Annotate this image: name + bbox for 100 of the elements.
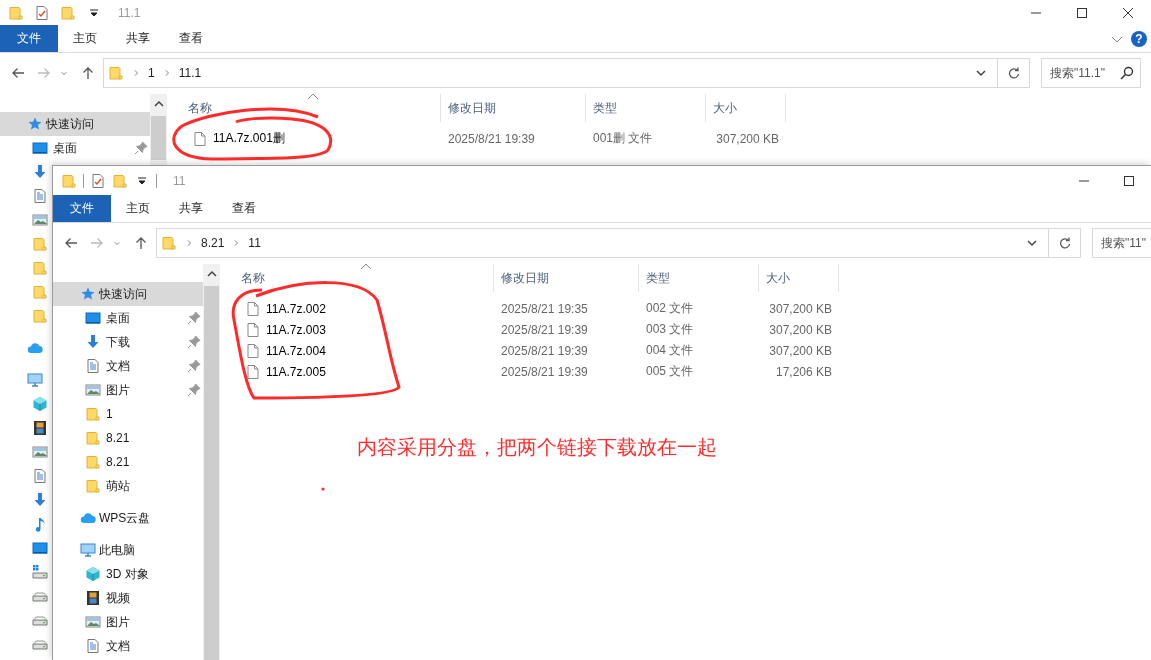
download-icon[interactable]: [32, 492, 48, 508]
properties-icon[interactable]: [90, 172, 106, 189]
document-icon: [85, 358, 101, 374]
ribbon-tab[interactable]: 共享: [111, 25, 164, 52]
file-menu-button[interactable]: 文件: [0, 25, 58, 52]
folder-icon[interactable]: [32, 284, 48, 300]
picture-icon[interactable]: [32, 212, 48, 228]
file-name[interactable]: 11A.7z.004: [266, 343, 326, 358]
sidebar-item[interactable]: 桌面: [53, 306, 203, 330]
download-icon: [85, 334, 101, 350]
document-icon[interactable]: [32, 188, 48, 204]
search-field[interactable]: 搜索"11": [1092, 228, 1151, 258]
column-header[interactable]: 类型: [646, 269, 670, 287]
scrollbar-thumb[interactable]: [151, 116, 166, 160]
column-header[interactable]: 类型: [593, 99, 617, 117]
column-header[interactable]: 大小: [713, 99, 737, 117]
file-name[interactable]: 11A.7z.005: [266, 364, 326, 379]
file-icon: [245, 321, 261, 338]
file-menu-button[interactable]: 文件: [53, 195, 111, 222]
pin-icon[interactable]: [186, 334, 202, 350]
computer-icon[interactable]: [27, 372, 43, 388]
breadcrumb-link[interactable]: 11: [248, 236, 261, 250]
ribbon-tab[interactable]: 查看: [164, 25, 217, 52]
download-icon[interactable]: [32, 164, 48, 180]
table-cell-text: 2025/8/21 19:39: [500, 364, 589, 379]
pin-icon[interactable]: [186, 382, 202, 398]
table-cell-text: 307,200 KB: [768, 343, 833, 358]
table-cell-text: 003 文件: [645, 321, 695, 338]
folder-icon: [85, 478, 101, 494]
folder-icon[interactable]: [8, 4, 24, 21]
sidebar-item[interactable]: 8.21: [53, 426, 203, 450]
breadcrumb-link[interactable]: 11.1: [178, 66, 202, 80]
scrollbar-thumb[interactable]: [204, 286, 219, 660]
sidebar-item[interactable]: 8.21: [53, 450, 203, 474]
breadcrumb-link[interactable]: 8.21: [201, 236, 225, 250]
table-cell-text: 004 文件: [645, 342, 695, 359]
sidebar-item[interactable]: 图片: [53, 378, 203, 402]
search-field[interactable]: 搜索"11.1": [1041, 58, 1141, 88]
drive-icon[interactable]: [32, 564, 48, 580]
ribbon-tab[interactable]: 查看: [217, 195, 270, 222]
pin-icon[interactable]: [186, 310, 202, 326]
folder-icon[interactable]: [60, 4, 76, 21]
document-icon[interactable]: [32, 468, 48, 484]
file-name[interactable]: 11A.7z.001删: [213, 130, 285, 147]
sidebar-item[interactable]: 文档: [53, 354, 203, 378]
column-header[interactable]: 名称: [241, 269, 265, 287]
column-header[interactable]: 修改日期: [501, 269, 549, 287]
ribbon-tab[interactable]: 主页: [111, 195, 164, 222]
sidebar-item[interactable]: 图片: [53, 610, 203, 634]
cube-icon[interactable]: [32, 396, 48, 412]
sidebar-item[interactable]: 文档: [53, 634, 203, 658]
address-bar[interactable]: 1 11.1: [103, 58, 998, 88]
film-icon[interactable]: [32, 420, 48, 436]
column-header[interactable]: 修改日期: [448, 99, 496, 117]
window-title: 11: [173, 173, 186, 188]
desktop-icon: [85, 310, 101, 326]
sidebar-item[interactable]: WPS云盘: [53, 506, 203, 530]
sidebar-item[interactable]: 下载: [53, 330, 203, 354]
sidebar-item[interactable]: 萌站: [53, 474, 203, 498]
sidebar-item[interactable]: 快速访问: [53, 282, 203, 306]
address-bar[interactable]: 8.21 11: [156, 228, 1049, 258]
sidebar-item[interactable]: 快速访问: [0, 112, 150, 136]
file-name[interactable]: 11A.7z.002: [266, 301, 326, 316]
folder-icon: [85, 430, 101, 446]
pin-icon[interactable]: [133, 140, 149, 156]
properties-icon[interactable]: [34, 4, 50, 21]
picture-icon[interactable]: [32, 444, 48, 460]
ribbon-tab[interactable]: 主页: [58, 25, 111, 52]
pin-icon[interactable]: [186, 358, 202, 374]
help-button[interactable]: ?: [1131, 30, 1147, 47]
folder-icon[interactable]: [32, 260, 48, 276]
refresh-button[interactable]: [1049, 228, 1081, 258]
folder-icon[interactable]: [32, 308, 48, 324]
folder-icon: [108, 65, 124, 81]
desktop-icon[interactable]: [32, 540, 48, 556]
search-icon[interactable]: [1119, 65, 1135, 81]
refresh-button[interactable]: [998, 58, 1030, 88]
desktop-icon: [32, 140, 48, 156]
breadcrumb-link[interactable]: 1: [148, 66, 155, 80]
file-name[interactable]: 11A.7z.003: [266, 322, 326, 337]
annotation-dot: [321, 487, 325, 491]
picture-icon: [85, 614, 101, 630]
ribbon-tab[interactable]: 共享: [164, 195, 217, 222]
folder-icon[interactable]: [32, 236, 48, 252]
folder-icon[interactable]: [112, 172, 128, 189]
sidebar-item[interactable]: 此电脑: [53, 538, 203, 562]
file-icon: [245, 300, 261, 317]
picture-icon: [85, 382, 101, 398]
cloud-icon[interactable]: [27, 340, 43, 356]
sidebar-item[interactable]: 视频: [53, 586, 203, 610]
column-header[interactable]: 大小: [766, 269, 790, 287]
window-title: 11.1: [118, 5, 141, 20]
cloud-icon: [80, 510, 96, 526]
sidebar-item[interactable]: 1: [53, 402, 203, 426]
folder-icon[interactable]: [61, 172, 77, 189]
table-cell-text: 2025/8/21 19:35: [500, 301, 589, 316]
column-header[interactable]: 名称: [188, 99, 212, 117]
sidebar-item[interactable]: 桌面: [0, 136, 150, 160]
sidebar-item[interactable]: 3D 对象: [53, 562, 203, 586]
file-icon: [245, 342, 261, 359]
